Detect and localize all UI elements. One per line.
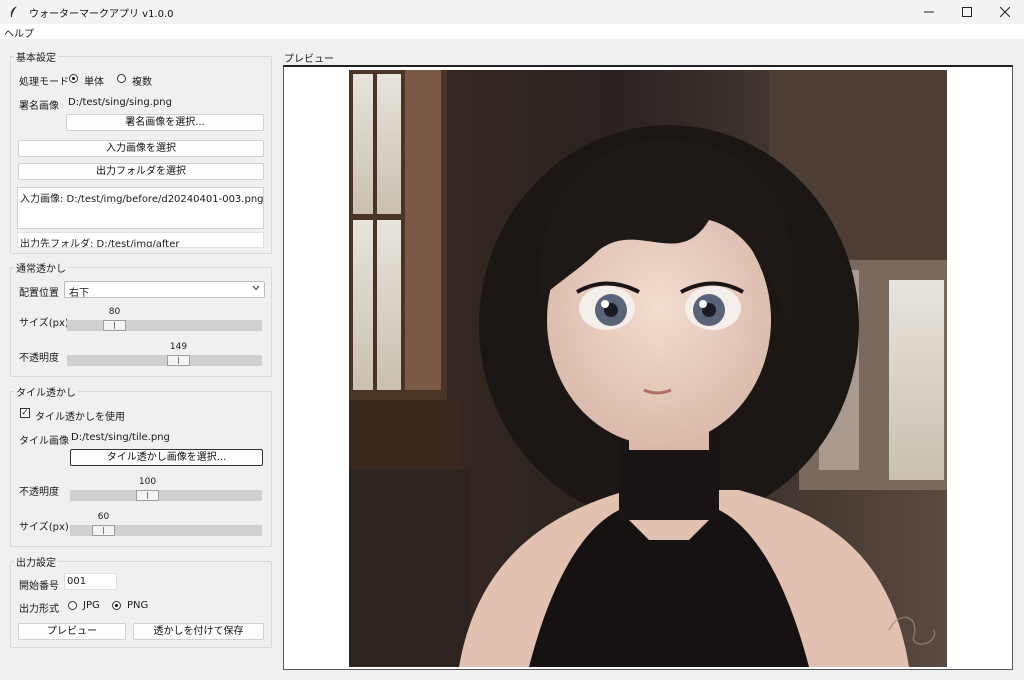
start-number-label: 開始番号 [19,581,59,592]
mode-single-radio[interactable] [69,74,78,83]
start-number-input[interactable]: 001 [64,573,117,590]
tile-size-value: 60 [97,512,110,522]
select-signature-button[interactable]: 署名画像を選択... [66,114,264,131]
menu-help[interactable]: ヘルプ [4,25,34,40]
minimize-button[interactable] [910,0,948,24]
preview-canvas [283,65,1013,670]
normal-opacity-thumb[interactable] [167,355,190,366]
tile-image-label: タイル画像 [19,436,69,447]
format-png-label[interactable]: PNG [127,600,148,611]
format-png-radio[interactable] [112,601,121,610]
tile-opacity-slider[interactable]: 100 [70,477,262,501]
normal-opacity-label: 不透明度 [19,353,59,364]
position-value: 右下 [69,288,89,299]
format-jpg-radio[interactable] [68,601,77,610]
close-icon [1000,7,1010,17]
normal-size-slider[interactable]: 80 [67,307,262,331]
output-settings-title: 出力設定 [14,554,58,569]
preview-image [349,70,947,667]
preview-label: プレビュー [284,54,334,65]
select-tile-button[interactable]: タイル透かし画像を選択... [70,449,263,466]
menu-bar: ヘルプ [0,24,1024,40]
window-title: ウォーターマークアプリ v1.0.0 [29,8,174,20]
mode-multi-label[interactable]: 複数 [132,73,152,88]
signature-path: D:/test/sing/sing.png [68,97,172,108]
use-tile-checkbox[interactable]: ✓ [20,408,30,418]
mode-label: 処理モード [19,77,69,88]
format-label: 出力形式 [19,604,59,615]
normal-watermark-title: 通常透かし [14,260,68,275]
chevron-down-icon [252,284,260,295]
tile-opacity-thumb[interactable] [136,490,159,501]
input-image-textarea[interactable]: 入力画像: D:/test/img/before/d20240401-003.p… [17,187,264,229]
select-output-button[interactable]: 出力フォルダを選択 [18,163,264,180]
maximize-icon [962,7,972,17]
preview-button[interactable]: プレビュー [18,623,126,640]
tile-size-slider[interactable]: 60 [70,512,262,536]
feather-icon [7,5,21,19]
tile-size-label: サイズ(px) [19,522,69,533]
position-select[interactable]: 右下 [64,281,265,299]
mode-single-label[interactable]: 単体 [84,73,104,88]
normal-size-thumb[interactable] [103,320,126,331]
normal-size-value: 80 [108,307,121,317]
mode-multi-radio[interactable] [117,74,126,83]
tile-size-thumb[interactable] [92,525,115,536]
minimize-icon [924,11,934,13]
preview-illustration [349,70,947,667]
output-folder-entry[interactable]: 出力先フォルダ: D:/test/img/after [17,232,264,248]
position-label: 配置位置 [19,288,59,299]
normal-opacity-slider[interactable]: 149 [67,342,262,366]
basic-settings-title: 基本設定 [14,49,58,64]
select-input-button[interactable]: 入力画像を選択 [18,140,264,157]
maximize-button[interactable] [948,0,986,24]
normal-size-label: サイズ(px) [19,318,69,329]
normal-opacity-value: 149 [169,342,188,352]
close-button[interactable] [986,0,1024,24]
tile-opacity-value: 100 [138,477,157,487]
tile-watermark-title: タイル透かし [14,384,78,399]
tile-opacity-label: 不透明度 [19,487,59,498]
signature-label: 署名画像 [19,101,59,112]
use-tile-label[interactable]: タイル透かしを使用 [35,408,125,423]
title-bar: ウォーターマークアプリ v1.0.0 [0,0,1024,24]
save-with-watermark-button[interactable]: 透かしを付けて保存 [133,623,264,640]
format-jpg-label[interactable]: JPG [83,600,100,611]
tile-image-path: D:/test/sing/tile.png [71,432,170,443]
